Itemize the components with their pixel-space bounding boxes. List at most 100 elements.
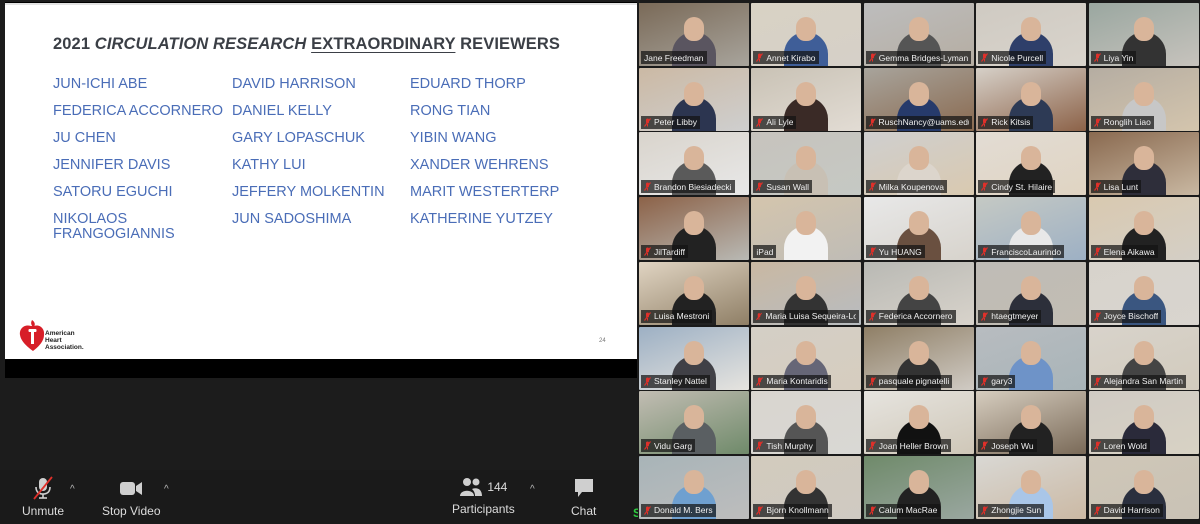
muted-microphone-icon <box>1093 506 1101 515</box>
chat-label: Chat <box>571 504 597 518</box>
participant-tile[interactable]: Nicole Purcell <box>976 3 1087 66</box>
participant-tile[interactable]: RuschNancy@uams.edu <box>863 67 974 131</box>
slide-page-number: 24 <box>599 338 606 344</box>
participant-head <box>1133 146 1154 171</box>
participant-tile[interactable]: Peter Libby <box>639 67 749 131</box>
participant-tile[interactable]: Cindy St. Hilaire <box>976 132 1087 196</box>
muted-microphone-icon <box>1093 53 1101 62</box>
participant-head <box>908 405 929 430</box>
participant-head <box>1021 405 1042 430</box>
participant-head <box>684 211 704 236</box>
muted-microphone-icon <box>1093 376 1101 386</box>
participant-tile[interactable]: Joan Heller Brown <box>863 391 974 455</box>
participant-tile[interactable]: Brandon Biesiadecki <box>639 132 749 196</box>
participant-tile[interactable]: Liya Yin <box>1088 3 1199 66</box>
muted-microphone-icon <box>756 376 764 386</box>
participant-tile[interactable]: Lisa Lunt <box>1088 132 1199 196</box>
participant-name: Yu HUANG <box>878 246 922 257</box>
muted-microphone-icon <box>33 476 53 500</box>
participant-tile[interactable]: gary3 <box>976 326 1087 390</box>
muted-microphone-icon <box>868 182 876 192</box>
participants-button[interactable]: 144 Participants <box>452 476 515 516</box>
participant-tile[interactable]: Joseph Wu <box>976 391 1087 455</box>
participant-tile[interactable]: Stanley Nattel <box>639 326 749 390</box>
participant-tile[interactable]: Jane Freedman <box>639 3 749 66</box>
participant-tile[interactable]: Loren Wold <box>1088 391 1199 455</box>
muted-microphone-icon <box>756 117 764 127</box>
participant-name: Joan Heller Brown <box>878 440 949 451</box>
slide-title: 2021 CIRCULATION RESEARCH EXTRAORDINARY … <box>53 35 560 54</box>
participant-tile[interactable]: Zhongjie Sun <box>976 455 1087 519</box>
muted-microphone-icon <box>1093 441 1101 451</box>
participant-nameplate: htaegtmeyer <box>978 309 1042 323</box>
participant-tile[interactable]: FranciscoLaurindo <box>976 197 1087 261</box>
reviewer-name: RONG TIAN <box>410 103 491 119</box>
participant-tile[interactable]: Calum MacRae <box>863 455 974 519</box>
muted-microphone-icon <box>868 53 876 62</box>
participant-name: Maria Luisa Sequeira-Lopez <box>765 311 857 322</box>
participant-name: Jane Freedman <box>644 52 704 63</box>
participant-head <box>796 340 817 365</box>
participant-tile[interactable]: Milka Koupenova <box>863 132 974 196</box>
participant-tile[interactable]: Federica Accornero <box>863 261 974 325</box>
participant-tile[interactable]: Ronglih Liao <box>1088 67 1199 131</box>
participant-tile[interactable]: JilTardiff <box>639 197 749 261</box>
participant-name: htaegtmeyer <box>991 311 1039 322</box>
participant-nameplate: Federica Accornero <box>865 309 956 323</box>
participant-nameplate: Maria Luisa Sequeira-Lopez <box>753 309 860 323</box>
participant-tile[interactable]: David Harrison <box>1088 455 1199 519</box>
slide-frame: 2021 CIRCULATION RESEARCH EXTRAORDINARY … <box>5 2 637 378</box>
audio-options-caret-icon[interactable]: ^ <box>70 484 75 495</box>
participant-tile[interactable]: Luisa Mestroni <box>639 261 749 325</box>
muted-microphone-icon <box>981 376 989 386</box>
reviewer-name: JUN SADOSHIMA <box>232 211 352 227</box>
participant-nameplate: Rick Kitsis <box>978 115 1034 129</box>
video-options-caret-icon[interactable]: ^ <box>164 484 169 495</box>
participant-tile[interactable]: iPad <box>751 197 862 261</box>
participants-icon-group: 144 <box>459 476 507 498</box>
reviewer-name: KATHERINE YUTZEY <box>410 211 553 227</box>
participant-head <box>1133 17 1154 41</box>
participant-head <box>1021 211 1042 236</box>
participant-name: Ronglih Liao <box>1103 117 1151 128</box>
muted-microphone-icon <box>644 182 651 192</box>
participant-nameplate: Elena Aikawa <box>1090 245 1158 259</box>
participant-tile[interactable]: htaegtmeyer <box>976 261 1087 325</box>
participant-tile[interactable]: Yu HUANG <box>863 197 974 261</box>
chat-button[interactable]: Chat <box>571 476 596 518</box>
unmute-button[interactable]: Unmute <box>22 476 64 518</box>
participant-tile[interactable]: Alejandra San Martin <box>1088 326 1199 390</box>
participant-tile[interactable]: Elena Aikawa <box>1088 197 1199 261</box>
participant-tile[interactable]: Vidu Garg <box>639 391 749 455</box>
participant-name: Lisa Lunt <box>1103 181 1139 192</box>
participant-head <box>1133 81 1154 106</box>
participant-tile[interactable]: Gemma Bridges-Lyman <box>863 3 974 66</box>
participant-tile[interactable]: Ali Lyle <box>751 67 862 131</box>
title-emphasis: EXTRAORDINARY <box>311 35 456 53</box>
participant-tile[interactable]: pasquale pignatelli <box>863 326 974 390</box>
stop-video-button[interactable]: Stop Video <box>102 476 161 518</box>
participant-name: JilTardiff <box>654 246 686 257</box>
participant-name: Milka Koupenova <box>878 181 945 192</box>
participant-nameplate: Luisa Mestroni <box>641 309 713 323</box>
participant-name: Bjorn Knollmann <box>766 505 829 516</box>
participant-tile[interactable]: Donald M. Bers <box>639 455 749 519</box>
reviewer-column-2: DAVID HARRISON DANIEL KELLY GARY LOPASCH… <box>232 77 385 239</box>
participant-nameplate: Lisa Lunt <box>1090 180 1142 194</box>
participant-tile[interactable]: Annet Kirabo <box>751 3 862 66</box>
participant-head <box>684 81 704 106</box>
participant-tile[interactable]: Joyce Bischoff <box>1088 261 1199 325</box>
participant-tile[interactable]: Rick Kitsis <box>976 67 1087 131</box>
participant-tile[interactable]: Bjorn Knollmann <box>751 455 862 519</box>
participant-tile[interactable]: Maria Luisa Sequeira-Lopez <box>751 261 862 325</box>
participants-options-caret-icon[interactable]: ^ <box>530 484 535 495</box>
participant-tile[interactable]: Maria Kontaridis <box>751 326 862 390</box>
participant-nameplate: Cindy St. Hilaire <box>978 180 1056 194</box>
aha-word: American <box>45 330 75 337</box>
participant-head <box>684 340 704 365</box>
participant-name: Joseph Wu <box>991 440 1034 451</box>
participant-tile[interactable]: Tish Murphy <box>751 391 862 455</box>
muted-microphone-icon <box>868 441 876 451</box>
participant-tile[interactable]: Susan Wall <box>751 132 862 196</box>
muted-microphone-icon <box>644 117 651 127</box>
